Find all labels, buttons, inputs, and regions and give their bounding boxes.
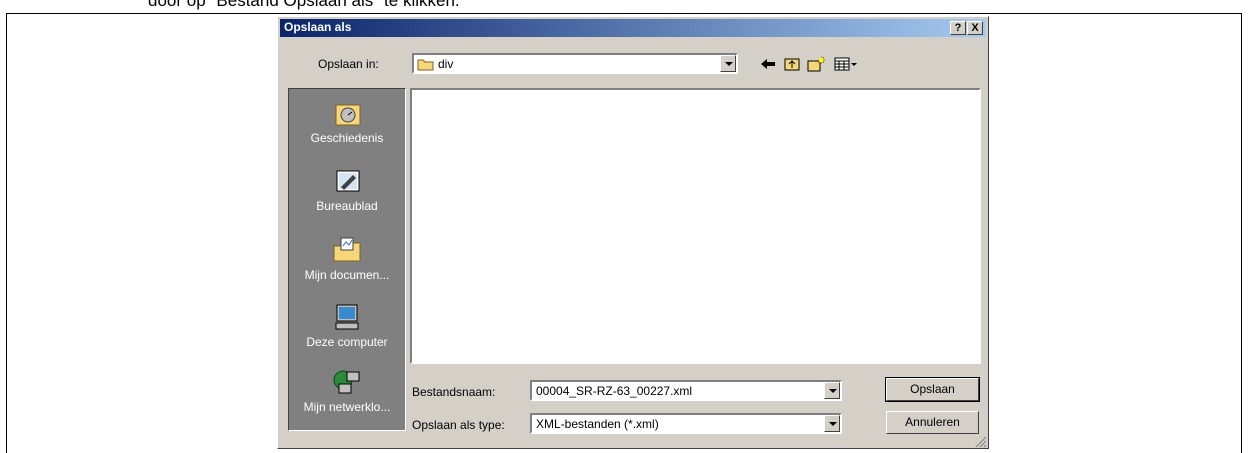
place-my-computer[interactable]: Deze computer xyxy=(289,301,405,349)
filetype-label: Opslaan als type: xyxy=(412,418,505,432)
place-label: Mijn documen... xyxy=(304,268,390,282)
chevron-down-icon[interactable] xyxy=(720,55,736,72)
up-folder-icon[interactable] xyxy=(782,54,802,74)
place-label: Geschiedenis xyxy=(310,131,384,145)
place-desktop[interactable]: Bureaublad xyxy=(289,165,405,213)
place-my-documents[interactable]: Mijn documen... xyxy=(289,234,405,282)
file-list-view[interactable] xyxy=(410,88,981,364)
filename-label: Bestandsnaam: xyxy=(412,385,496,399)
save-in-value: div xyxy=(438,57,454,71)
save-as-dialog: Opslaan als ? X Opslaan in: div Geschied… xyxy=(277,16,989,449)
dialog-title: Opslaan als xyxy=(284,20,352,34)
filetype-dropdown[interactable]: XML-bestanden (*.xml) xyxy=(530,413,842,434)
title-bar[interactable]: Opslaan als ? X xyxy=(280,19,986,37)
new-folder-icon[interactable] xyxy=(806,54,826,74)
resize-grip[interactable] xyxy=(975,435,987,448)
place-history[interactable]: Geschiedenis xyxy=(289,97,405,145)
folder-icon xyxy=(417,57,435,76)
place-label: Deze computer xyxy=(306,335,388,349)
place-label: Bureaublad xyxy=(316,199,378,213)
save-in-label: Opslaan in: xyxy=(318,57,379,71)
close-button[interactable]: X xyxy=(967,21,983,35)
view-menu-icon[interactable] xyxy=(833,54,861,74)
place-label: Mijn netwerklo... xyxy=(303,400,391,414)
filetype-value: XML-bestanden (*.xml) xyxy=(536,417,659,431)
document-text: door op "Bestand Opslaan als" te klikken… xyxy=(148,0,460,10)
save-button[interactable]: Opslaan xyxy=(885,377,980,402)
filename-value: 00004_SR-RZ-63_00227.xml xyxy=(536,384,693,398)
back-arrow-icon[interactable] xyxy=(758,54,778,74)
chevron-down-icon[interactable] xyxy=(824,382,840,399)
places-bar: Geschiedenis Bureaublad Mijn documen... … xyxy=(288,88,406,431)
chevron-down-icon[interactable] xyxy=(824,415,840,432)
filename-input[interactable]: 00004_SR-RZ-63_00227.xml xyxy=(530,380,842,401)
help-button[interactable]: ? xyxy=(950,21,966,35)
place-network[interactable]: Mijn netwerklo... xyxy=(289,366,405,414)
save-in-dropdown[interactable]: div xyxy=(412,53,738,74)
cancel-button[interactable]: Annuleren xyxy=(886,411,979,434)
